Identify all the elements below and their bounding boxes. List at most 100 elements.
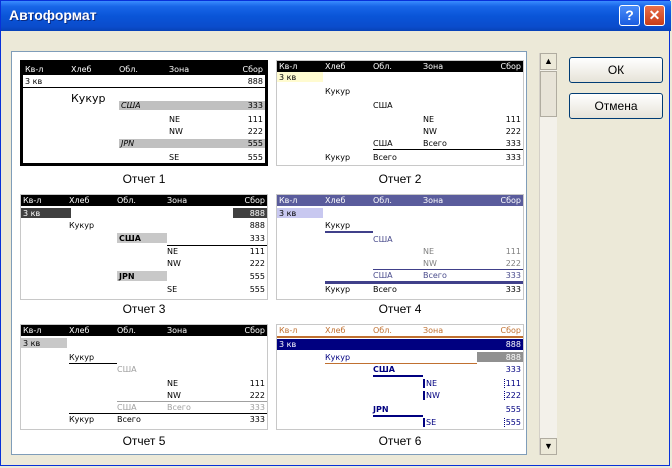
- cell-nw: NW: [169, 127, 183, 136]
- cell-222: 222: [505, 259, 521, 268]
- report-5-caption[interactable]: Отчет 5: [20, 434, 268, 448]
- report-1-thumbnail[interactable]: Кв-л Хлеб Обл. Зона Сбор 3 кв 888 Кукур …: [20, 60, 268, 166]
- header-band: [277, 195, 523, 206]
- header-region: Обл.: [373, 326, 392, 335]
- cell-ne: NE: [169, 115, 181, 124]
- header-bread: Хлеб: [325, 196, 346, 205]
- ok-button[interactable]: ОК: [569, 57, 663, 83]
- cell-888: 888: [505, 340, 521, 349]
- cell-q3: 3 кв: [279, 340, 297, 349]
- cell-555: 555: [247, 139, 263, 148]
- report-6-thumbnail[interactable]: Кв-л Хлеб Обл. Зона Сбор 3 кв 888 Кукур …: [276, 324, 524, 430]
- cell-222: 222: [505, 127, 521, 136]
- report-3-caption[interactable]: Отчет 3: [20, 302, 268, 316]
- scroll-thumb[interactable]: [540, 71, 557, 117]
- cell-nw: NW: [167, 259, 181, 268]
- row-underline: [373, 415, 423, 417]
- report-3-thumbnail[interactable]: Кв-л Хлеб Обл. Зона Сбор 3 кв 888 Кукур …: [20, 194, 268, 300]
- cell-q3: 3 кв: [23, 209, 41, 218]
- report-1-caption[interactable]: Отчет 1: [20, 172, 268, 186]
- cell-usa: США: [373, 235, 393, 244]
- header-total: Сбор: [244, 326, 266, 335]
- cell-corn: Кукур: [325, 221, 351, 230]
- cell-q3: 3 кв: [23, 339, 41, 348]
- cell-all: Всего: [423, 139, 447, 148]
- report-5-thumbnail[interactable]: Кв-л Хлеб Обл. Зона Сбор 3 кв Кукур США …: [20, 324, 268, 430]
- autoformat-dialog: Автоформат ? ✕ Кв-л Хлеб Обл. Зона Сбор …: [0, 0, 671, 466]
- cell-nw: NW: [423, 259, 437, 268]
- cell-333: 333: [505, 285, 521, 294]
- scroll-up-button[interactable]: ▲: [540, 53, 557, 70]
- cell-usa: США: [373, 271, 393, 280]
- header-bread: Хлеб: [325, 326, 346, 335]
- window-title: Автоформат: [9, 7, 97, 23]
- header-total: Сбор: [500, 326, 522, 335]
- row-underline: [325, 231, 373, 233]
- divider: [69, 363, 117, 364]
- header-region: Обл.: [117, 326, 136, 335]
- cell-555: 555: [249, 272, 265, 281]
- header-total: Сбор: [500, 196, 522, 205]
- header-zone: Зона: [423, 196, 444, 205]
- header-zone: Зона: [167, 196, 188, 205]
- cell-jpn: JPN: [121, 139, 135, 148]
- report-4-thumbnail[interactable]: Кв-л Хлеб Обл. Зона Сбор 3 кв Кукур США …: [276, 194, 524, 300]
- cell-ne: NE: [423, 115, 435, 124]
- header-band: [23, 63, 265, 75]
- cell-jpn: JPN: [119, 272, 135, 281]
- header-zone: Зона: [167, 326, 188, 335]
- report-6-caption[interactable]: Отчет 6: [276, 434, 524, 448]
- header-region: Обл.: [117, 196, 136, 205]
- divider: [373, 269, 523, 270]
- header-q: Кв-л: [25, 65, 44, 74]
- cell-se: SE: [169, 153, 180, 162]
- header-region: Обл.: [119, 65, 138, 74]
- row-underline: [325, 363, 477, 364]
- cell-corn: Кукур: [69, 415, 95, 424]
- cell-111: 111: [505, 115, 521, 124]
- cell-nw: NW: [423, 391, 440, 400]
- cell-corn: Кукур: [325, 153, 351, 162]
- cell-q3: 3 кв: [279, 209, 297, 218]
- header-q: Кв-л: [279, 196, 298, 205]
- cell-333: 333: [247, 101, 263, 110]
- header-zone: Зона: [423, 62, 444, 71]
- scroll-down-button[interactable]: ▼: [540, 438, 557, 455]
- header-q: Кв-л: [23, 196, 42, 205]
- title-bar[interactable]: Автоформат ? ✕: [1, 1, 671, 31]
- header-total: Сбор: [500, 62, 522, 71]
- cell-usa: США: [117, 365, 137, 374]
- cell-ne: NE: [423, 247, 435, 256]
- report-2-thumbnail[interactable]: Кв-л Хлеб Обл. Зона Сбор 3 кв Кукур США …: [276, 60, 524, 166]
- report-2-caption[interactable]: Отчет 2: [276, 172, 524, 186]
- cell-888: 888: [505, 353, 521, 362]
- row-shade: [119, 139, 265, 148]
- gallery-scrollbar[interactable]: ▲ ▼: [539, 53, 557, 455]
- cell-111: 111: [247, 115, 263, 124]
- report-4-caption[interactable]: Отчет 4: [276, 302, 524, 316]
- cell-usa: США: [119, 234, 141, 243]
- divider: [117, 401, 267, 402]
- header-band: [21, 325, 267, 336]
- help-button[interactable]: ?: [619, 5, 640, 26]
- cell-222: 222: [249, 259, 265, 268]
- cell-555: 555: [249, 285, 265, 294]
- header-band: [21, 195, 267, 206]
- header-q: Кв-л: [279, 326, 298, 335]
- header-total: Сбор: [242, 65, 264, 74]
- cell-ne: NE: [167, 379, 179, 388]
- cell-222: 222: [249, 391, 265, 400]
- cell-333: 333: [505, 139, 521, 148]
- cell-nw: NW: [423, 127, 437, 136]
- cell-ne: NE: [167, 247, 179, 256]
- header-q: Кв-л: [279, 62, 298, 71]
- cell-usa: США: [121, 101, 141, 110]
- close-button[interactable]: ✕: [644, 5, 665, 26]
- cell-se: SE: [423, 418, 436, 427]
- header-q: Кв-л: [23, 326, 42, 335]
- divider: [69, 413, 267, 414]
- cancel-button[interactable]: Отмена: [569, 93, 663, 119]
- cell-111: 111: [505, 247, 521, 256]
- cell-all: Всего: [117, 415, 141, 424]
- cell-corn: Кукур: [69, 353, 95, 362]
